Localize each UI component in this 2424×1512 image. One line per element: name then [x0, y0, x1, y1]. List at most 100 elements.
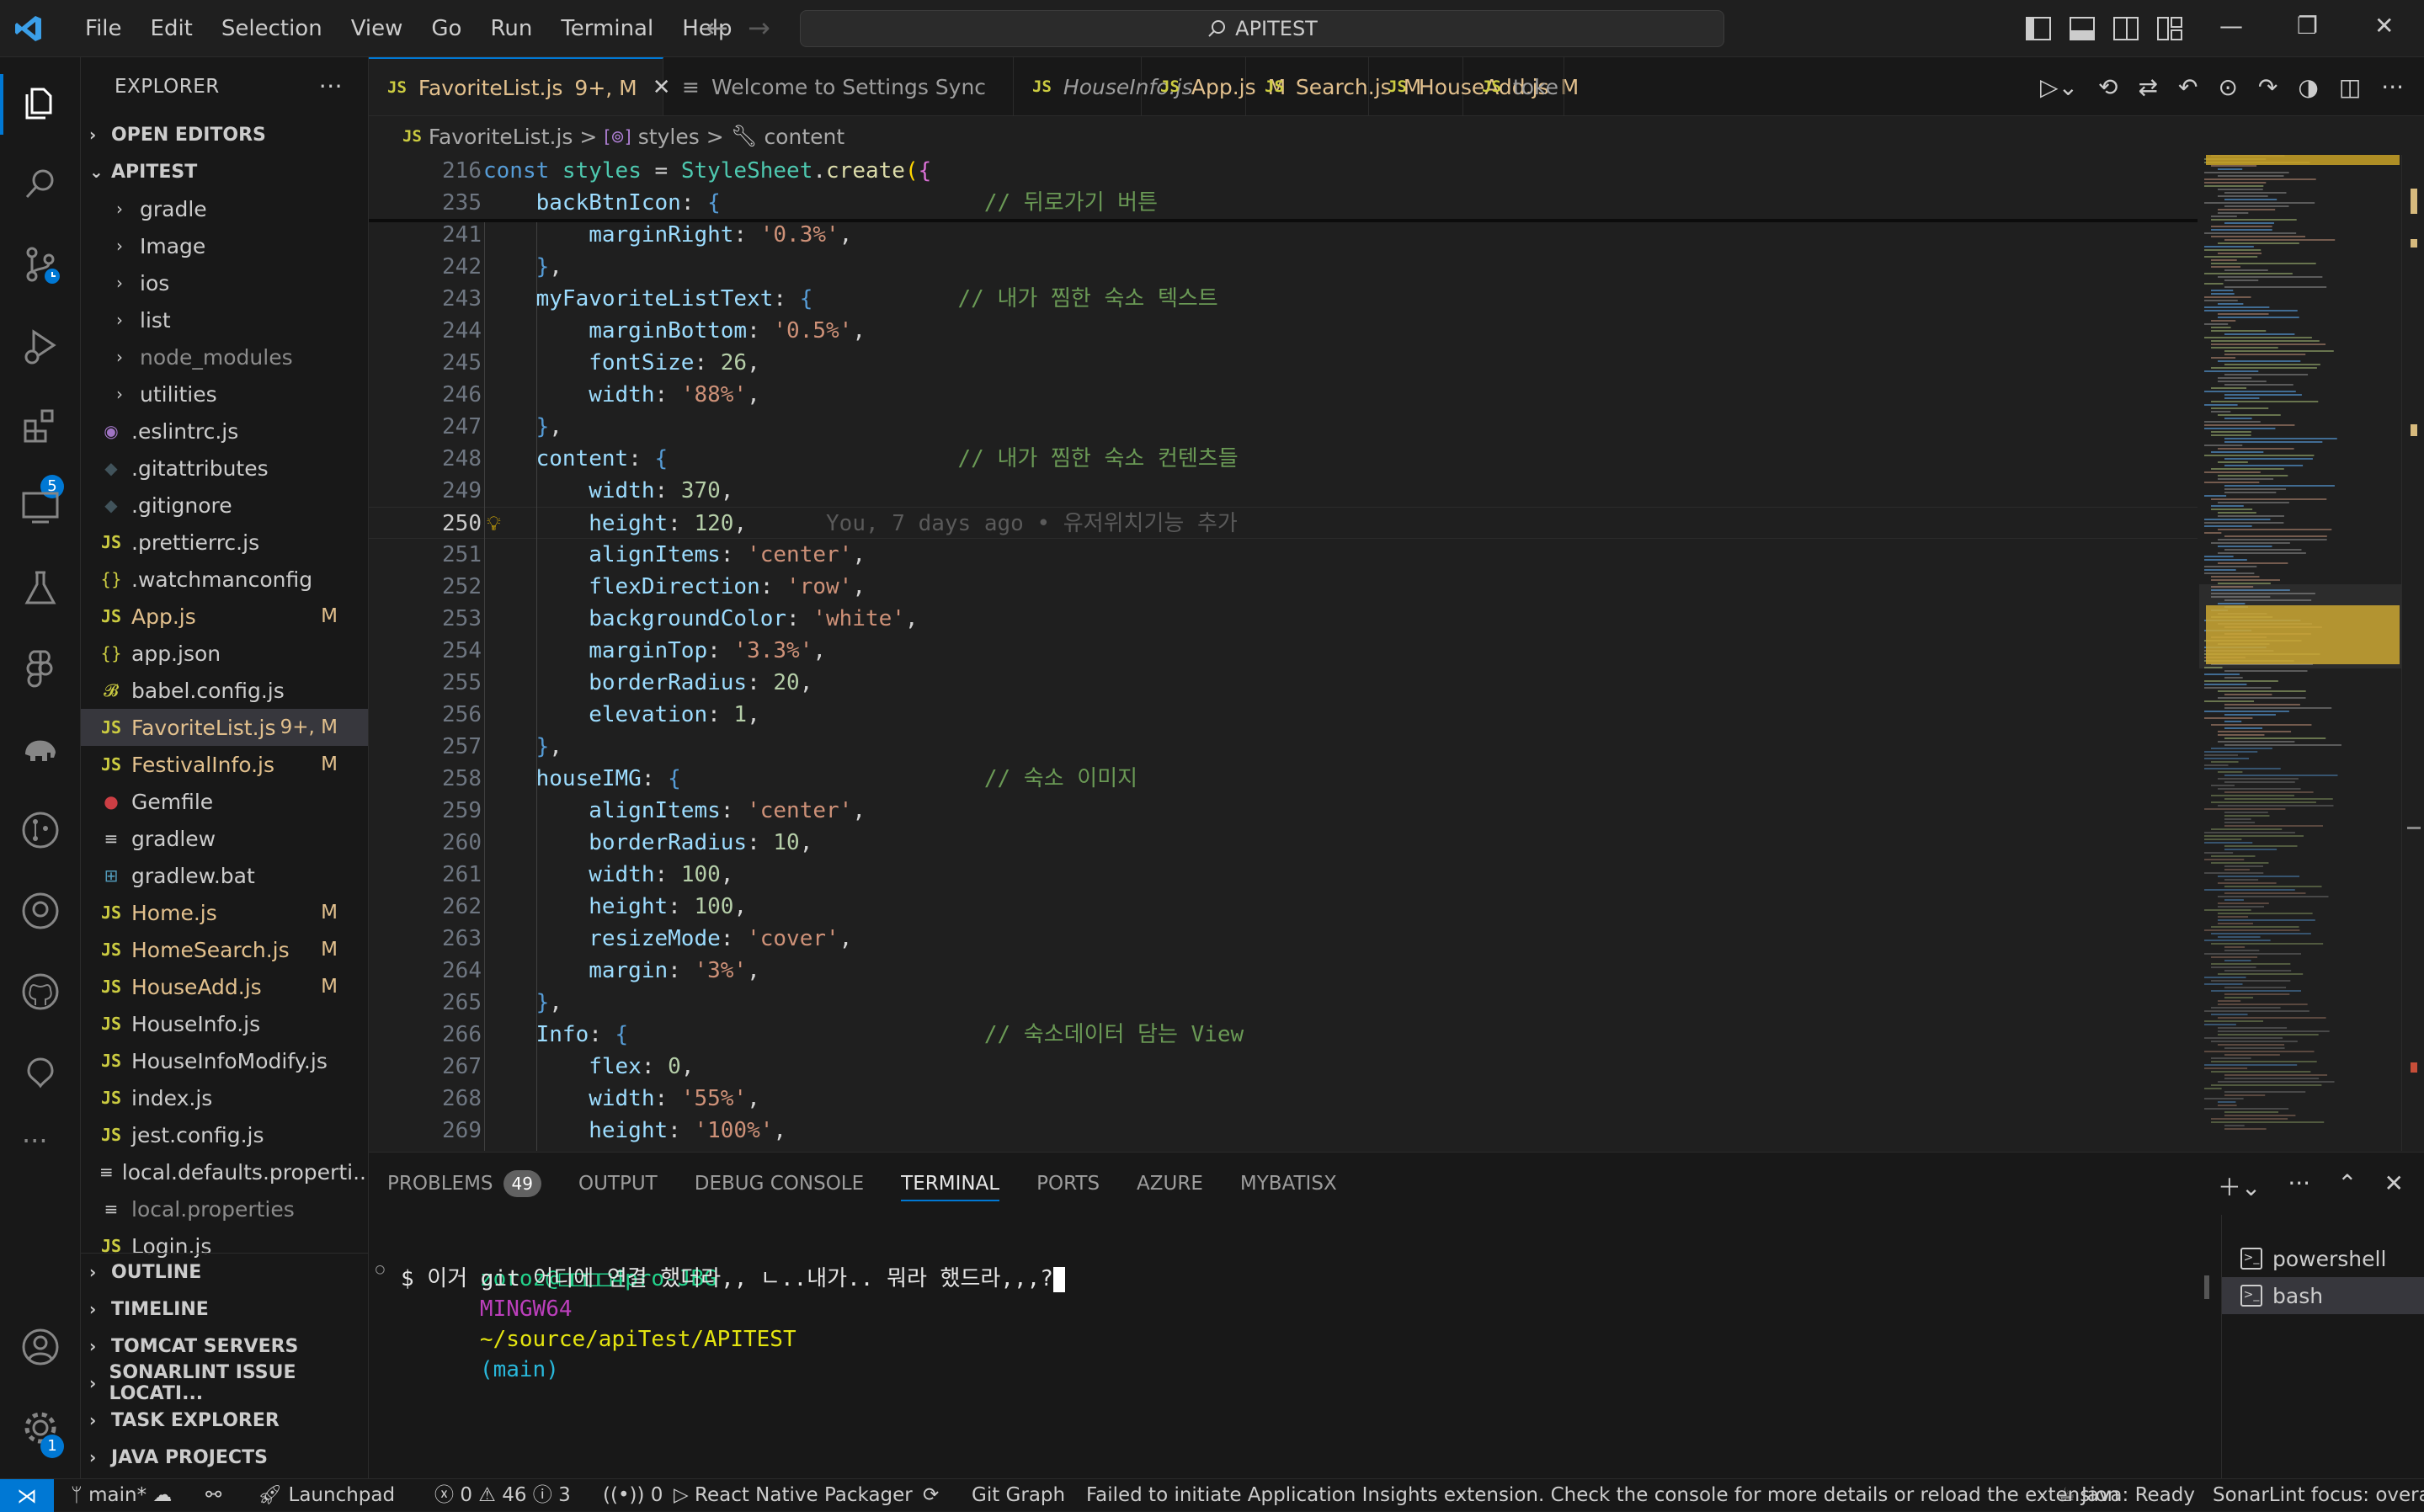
code-line[interactable]: 254 marginTop: '3.3%',: [369, 635, 2198, 667]
file-tree-item[interactable]: › ios: [81, 264, 368, 301]
editor-tab[interactable]: JS toke: [1463, 57, 1564, 115]
file-tree-item[interactable]: › Image: [81, 227, 368, 264]
editor-tab[interactable]: JS App.js M: [1142, 57, 1286, 115]
git-graph-icon[interactable]: [20, 810, 61, 850]
minimize-icon[interactable]: —: [2219, 12, 2243, 40]
file-tree-item[interactable]: JS HouseInfoModify.js: [81, 1042, 368, 1079]
breadcrumb-symbol-content[interactable]: content: [764, 125, 844, 149]
command-center[interactable]: APITEST: [800, 10, 1724, 47]
extensions-icon[interactable]: [20, 406, 61, 446]
more-actions-icon[interactable]: ···: [319, 72, 343, 100]
menu-terminal[interactable]: Terminal: [546, 16, 668, 41]
code-line[interactable]: 264 margin: '3%',: [369, 955, 2198, 987]
file-tree-item[interactable]: JS .prettierrc.js: [81, 524, 368, 561]
more-actions-icon[interactable]: ···: [2288, 1169, 2310, 1203]
github-icon[interactable]: [20, 972, 61, 1012]
code-line[interactable]: 267 flex: 0,: [369, 1051, 2198, 1083]
code-editor[interactable]: 216 const styles = StyleSheet.create({235…: [369, 155, 2198, 1151]
close-window-icon[interactable]: ✕: [2374, 12, 2394, 40]
panel-tab-debug-console[interactable]: DEBUG CONSOLE: [676, 1153, 882, 1215]
menu-go[interactable]: Go: [417, 16, 476, 41]
file-tree-item[interactable]: JS index.js: [81, 1079, 368, 1116]
live-share-icon[interactable]: ⚯: [205, 1479, 221, 1512]
panel-tab-mybatisx[interactable]: MYBATISX: [1222, 1153, 1356, 1215]
file-tree-item[interactable]: › gradle: [81, 190, 368, 227]
close-panel-icon[interactable]: ✕: [2384, 1169, 2404, 1203]
code-line[interactable]: 261 width: 100,: [369, 859, 2198, 891]
git-graph-status[interactable]: Git Graph: [972, 1479, 1065, 1512]
new-terminal-icon[interactable]: ＋⌄: [2218, 1169, 2261, 1203]
code-line[interactable]: 253 backgroundColor: 'white',: [369, 603, 2198, 635]
file-tree-item[interactable]: {} app.json: [81, 635, 368, 672]
figma-icon[interactable]: [20, 648, 61, 689]
java-status[interactable]: ☕︎ Java: Ready: [2058, 1479, 2195, 1512]
code-line[interactable]: 252 flexDirection: 'row',: [369, 571, 2198, 603]
minimap-viewport[interactable]: [2199, 584, 2401, 668]
file-tree-item[interactable]: 𝓑babel.config.js: [81, 672, 368, 709]
maximize-panel-icon[interactable]: ⌃: [2337, 1169, 2357, 1203]
sidebar-section-tomcat-servers[interactable]: › TOMCAT SERVERS: [81, 1328, 368, 1365]
ports-status[interactable]: ((•)) 0: [603, 1479, 663, 1512]
run-code-icon[interactable]: ▷⌄: [2040, 73, 2078, 101]
react-native-packager-status[interactable]: ▷ React Native Packager: [674, 1479, 913, 1512]
editor-scrollbar[interactable]: [2401, 155, 2424, 1151]
menu-edit[interactable]: Edit: [136, 16, 207, 41]
panel-tab-output[interactable]: OUTPUT: [560, 1153, 676, 1215]
gitlens-icon[interactable]: ◑: [2298, 73, 2318, 101]
testing-icon[interactable]: [20, 567, 61, 608]
file-tree-item[interactable]: › utilities: [81, 375, 368, 413]
source-control-icon[interactable]: [20, 244, 61, 285]
code-line[interactable]: 250 💡︎ height: 120, You, 7 days ago • 유저위…: [369, 507, 2198, 539]
terminal-output[interactable]: zoroz@□□□□4pro-JBG MINGW64 ~/source/apiT…: [369, 1215, 2209, 1479]
next-change-icon[interactable]: ↷: [2258, 73, 2277, 101]
file-tree-item[interactable]: JS HouseInfo.js: [81, 1005, 368, 1042]
file-tree-item[interactable]: JS Home.js M: [81, 894, 368, 931]
file-tree-item[interactable]: JS jest.config.js: [81, 1116, 368, 1153]
sonarlint-status[interactable]: SonarLint focus: overall: [2213, 1479, 2424, 1512]
code-line[interactable]: 266 Info: { // 숙소데이터 담는 View: [369, 1019, 2198, 1051]
file-tree-item[interactable]: ◆ .gitattributes: [81, 450, 368, 487]
file-tree-item[interactable]: {} .watchmanconfig: [81, 561, 368, 598]
code-line[interactable]: 263 resizeMode: 'cover',: [369, 923, 2198, 955]
code-line[interactable]: 247 },: [369, 411, 2198, 443]
code-line[interactable]: 256 elevation: 1,: [369, 699, 2198, 731]
file-tree-item[interactable]: JS FavoriteList.js 9+, M: [81, 709, 368, 746]
file-tree-item[interactable]: ≡ local.properties: [81, 1190, 368, 1227]
code-line[interactable]: 245 fontSize: 26,: [369, 347, 2198, 379]
code-line[interactable]: 265 },: [369, 987, 2198, 1019]
editor-tab[interactable]: JS HouseAdd.js M: [1369, 57, 1579, 115]
code-line[interactable]: 244 marginBottom: '0.5%',: [369, 315, 2198, 347]
toggle-secondary-sidebar-icon[interactable]: [2113, 17, 2139, 40]
code-line[interactable]: 268 width: '55%',: [369, 1083, 2198, 1115]
panel-tab-problems[interactable]: PROBLEMS 49: [369, 1153, 560, 1215]
menu-selection[interactable]: Selection: [207, 16, 337, 41]
code-line[interactable]: 251 alignItems: 'center',: [369, 539, 2198, 571]
minimap[interactable]: [2199, 155, 2401, 1151]
file-tree-item[interactable]: ◉ .eslintrc.js: [81, 413, 368, 450]
open-editors-section[interactable]: › OPEN EDITORS: [81, 116, 368, 153]
timeline-icon[interactable]: ⟲: [2098, 73, 2118, 101]
code-line[interactable]: 249 width: 370,: [369, 475, 2198, 507]
launchpad-status[interactable]: 🚀︎ Launchpad: [258, 1479, 395, 1512]
file-tree-item[interactable]: ≡ gradlew: [81, 820, 368, 857]
toggle-panel-icon[interactable]: [2070, 17, 2095, 40]
editor-tab[interactable]: JS Search.js M: [1246, 57, 1421, 115]
code-line[interactable]: 242 },: [369, 251, 2198, 283]
run-debug-icon[interactable]: [20, 325, 61, 365]
toggle-primary-sidebar-icon[interactable]: [2026, 17, 2051, 40]
editor-tab[interactable]: JS FavoriteList.js 9+, M ✕: [369, 57, 671, 115]
terminal-item-powershell[interactable]: >_ powershell: [2222, 1240, 2424, 1277]
file-tree-item[interactable]: › node_modules: [81, 338, 368, 375]
file-tree-item[interactable]: JS HouseAdd.js M: [81, 968, 368, 1005]
file-tree-item[interactable]: ◆ .gitignore: [81, 487, 368, 524]
remote-indicator-icon[interactable]: ⋊: [0, 1479, 54, 1512]
split-editor-icon[interactable]: ◫: [2339, 73, 2361, 101]
sidebar-section-java-projects[interactable]: › JAVA PROJECTS: [81, 1439, 368, 1476]
file-tree-item[interactable]: JS App.js M: [81, 598, 368, 635]
breadcrumb-file[interactable]: FavoriteList.js: [429, 125, 573, 149]
docker-icon[interactable]: [20, 891, 61, 931]
workspace-section[interactable]: ⌄ APITEST: [81, 153, 368, 190]
refresh-icon[interactable]: ⟳: [923, 1479, 939, 1512]
code-line[interactable]: 258 houseIMG: { // 숙소 이미지: [369, 763, 2198, 795]
sidebar-section-outline[interactable]: › OUTLINE: [81, 1254, 368, 1291]
